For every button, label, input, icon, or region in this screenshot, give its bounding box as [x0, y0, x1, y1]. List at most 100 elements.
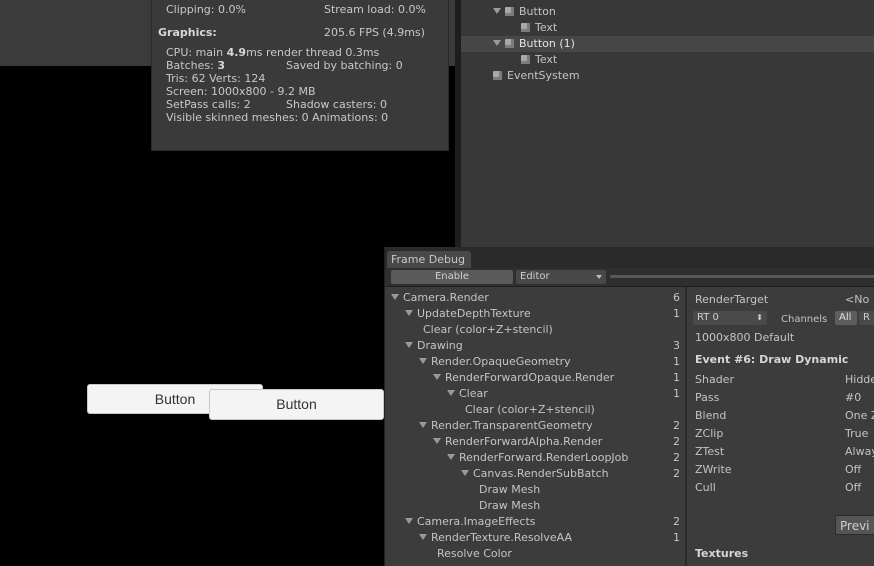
expand-arrow-icon[interactable]	[493, 8, 501, 14]
hierarchy-panel: Button Text Button (1) Text EventSystem	[461, 0, 874, 248]
expand-arrow-icon[interactable]	[433, 438, 441, 444]
tab-frame-debug[interactable]: Frame Debug	[387, 251, 471, 268]
event-tree-item-label: Clear	[459, 387, 488, 400]
event-tree-item-label: RenderForward.RenderLoopJob	[459, 451, 629, 464]
event-tree-item-count: 2	[673, 419, 680, 432]
hierarchy-item-label: Button	[519, 5, 556, 18]
event-slider[interactable]	[610, 275, 874, 278]
hierarchy-item-eventsystem[interactable]: EventSystem	[461, 68, 874, 84]
render-target-resolution: 1000x800 Default	[695, 331, 795, 344]
event-tree-item-count: 1	[673, 307, 680, 320]
render-target-value[interactable]: <No	[845, 293, 869, 306]
event-tree-item-label: Canvas.RenderSubBatch	[473, 467, 609, 480]
event-detail-panel: RenderTarget <No RT 0 ⬍ Channels All R 10…	[687, 287, 874, 566]
expand-arrow-icon[interactable]	[391, 294, 399, 300]
event-tree-item-count: 1	[673, 371, 680, 384]
hierarchy-item-text[interactable]: Text	[461, 52, 874, 68]
event-property-name: ZWrite	[695, 463, 732, 476]
event-property-name: Blend	[695, 409, 727, 422]
event-tree-item-count: 3	[673, 339, 680, 352]
event-tree-item[interactable]: UpdateDepthTexture	[405, 307, 531, 320]
stats-screen: Screen: 1000x800 - 9.2 MB	[166, 85, 316, 98]
expand-arrow-icon[interactable]	[405, 310, 413, 316]
event-tree-item[interactable]: Clear	[447, 387, 488, 400]
event-tree-item-count: 2	[673, 467, 680, 480]
channel-all-button[interactable]: All	[835, 311, 857, 325]
preview-button[interactable]: Previ	[835, 515, 874, 535]
gameobject-cube-icon	[505, 39, 514, 48]
event-tree-item-label: Draw Mesh	[479, 499, 541, 512]
event-tree-item[interactable]: RenderForwardOpaque.Render	[433, 371, 614, 384]
render-target-label: RenderTarget	[695, 293, 769, 306]
event-tree-item-label: Drawing	[417, 339, 463, 352]
event-property-value: Hidde	[845, 373, 874, 386]
event-property-value: #0	[845, 391, 862, 404]
rt-select[interactable]: RT 0 ⬍	[693, 311, 767, 325]
event-tree-item[interactable]: Resolve Color	[437, 547, 512, 560]
target-dropdown[interactable]: Editor	[516, 270, 606, 284]
event-tree-item[interactable]: Camera.Render	[391, 291, 489, 304]
event-tree-item-count: 1	[673, 531, 680, 544]
stats-stream-load: Stream load: 0.0%	[324, 3, 426, 16]
frame-debugger-toolbar: Enable Editor	[385, 268, 874, 287]
stats-fps: 205.6 FPS (4.9ms)	[324, 26, 425, 39]
expand-arrow-icon[interactable]	[419, 422, 427, 428]
expand-arrow-icon[interactable]	[433, 374, 441, 380]
event-property-name: Shader	[695, 373, 734, 386]
event-tree-item-count: 1	[673, 387, 680, 400]
event-tree-item-count: 6	[673, 291, 680, 304]
event-tree-item[interactable]: Drawing	[405, 339, 463, 352]
event-tree-item-count: 2	[673, 515, 680, 528]
event-tree-item[interactable]: RenderTexture.ResolveAA	[419, 531, 572, 544]
event-tree-item[interactable]: RenderForward.RenderLoopJob	[447, 451, 628, 464]
event-tree-item-label: Render.OpaqueGeometry	[431, 355, 571, 368]
event-tree-item[interactable]: Draw Mesh	[479, 483, 540, 496]
gameobject-cube-icon	[521, 55, 530, 64]
channels-label: Channels	[781, 314, 828, 325]
event-tree-item-label: UpdateDepthTexture	[417, 307, 531, 320]
stats-saved-by-batching: Saved by batching: 0	[286, 59, 403, 72]
event-tree-item[interactable]: Draw Mesh	[479, 499, 540, 512]
event-tree: Camera.Render 6 UpdateDepthTexture 1 Clear (…	[385, 287, 685, 566]
game-button-2[interactable]: Button	[209, 389, 384, 420]
event-tree-item[interactable]: Canvas.RenderSubBatch	[461, 467, 609, 480]
event-property-value: Alway	[845, 445, 874, 458]
stats-panel: Clipping: 0.0% Stream load: 0.0% Graphic…	[151, 0, 449, 151]
expand-arrow-icon[interactable]	[419, 534, 427, 540]
expand-arrow-icon[interactable]	[405, 342, 413, 348]
expand-arrow-icon[interactable]	[447, 390, 455, 396]
event-tree-item[interactable]: Camera.ImageEffects	[405, 515, 536, 528]
stats-batches-prefix: Batches:	[166, 59, 218, 72]
enable-button[interactable]: Enable	[391, 270, 513, 284]
event-tree-item-label: Clear (color+Z+stencil)	[423, 323, 553, 336]
event-tree-item[interactable]: Clear (color+Z+stencil)	[465, 403, 595, 416]
event-tree-item-label: RenderForwardAlpha.Render	[445, 435, 603, 448]
hierarchy-item-text[interactable]: Text	[461, 20, 874, 36]
event-property-value: Off	[845, 463, 862, 476]
hierarchy-item-button[interactable]: Button	[461, 4, 874, 20]
event-property-value: Off	[845, 481, 862, 494]
event-property-name: Pass	[695, 391, 720, 404]
stats-cpu-main: 4.9	[226, 46, 247, 59]
event-tree-item-label: Resolve Color	[437, 547, 512, 560]
frame-debugger-window: Frame Debug Enable Editor Camera.Render 6…	[384, 247, 874, 566]
expand-arrow-icon[interactable]	[461, 470, 469, 476]
gameobject-cube-icon	[521, 23, 530, 32]
expand-arrow-icon[interactable]	[419, 358, 427, 364]
event-tree-item[interactable]: Render.TransparentGeometry	[419, 419, 593, 432]
expand-arrow-icon[interactable]	[493, 40, 501, 46]
stats-setpass: SetPass calls: 2	[166, 98, 251, 111]
stats-batches: Batches: 3	[166, 59, 225, 72]
expand-arrow-icon[interactable]	[405, 518, 413, 524]
event-property-name: ZTest	[695, 445, 725, 458]
channel-r-button[interactable]: R	[859, 311, 874, 325]
textures-heading: Textures	[695, 547, 749, 560]
event-tree-item[interactable]: Render.OpaqueGeometry	[419, 355, 571, 368]
expand-arrow-icon[interactable]	[447, 454, 455, 460]
stats-skinned-meshes: Visible skinned meshes: 0 Animations: 0	[166, 111, 389, 124]
event-tree-item[interactable]: RenderForwardAlpha.Render	[433, 435, 602, 448]
event-property-name: Cull	[695, 481, 716, 494]
hierarchy-item-button-1[interactable]: Button (1)	[461, 36, 874, 52]
event-tree-item-label: Camera.Render	[403, 291, 489, 304]
event-tree-item[interactable]: Clear (color+Z+stencil)	[423, 323, 553, 336]
